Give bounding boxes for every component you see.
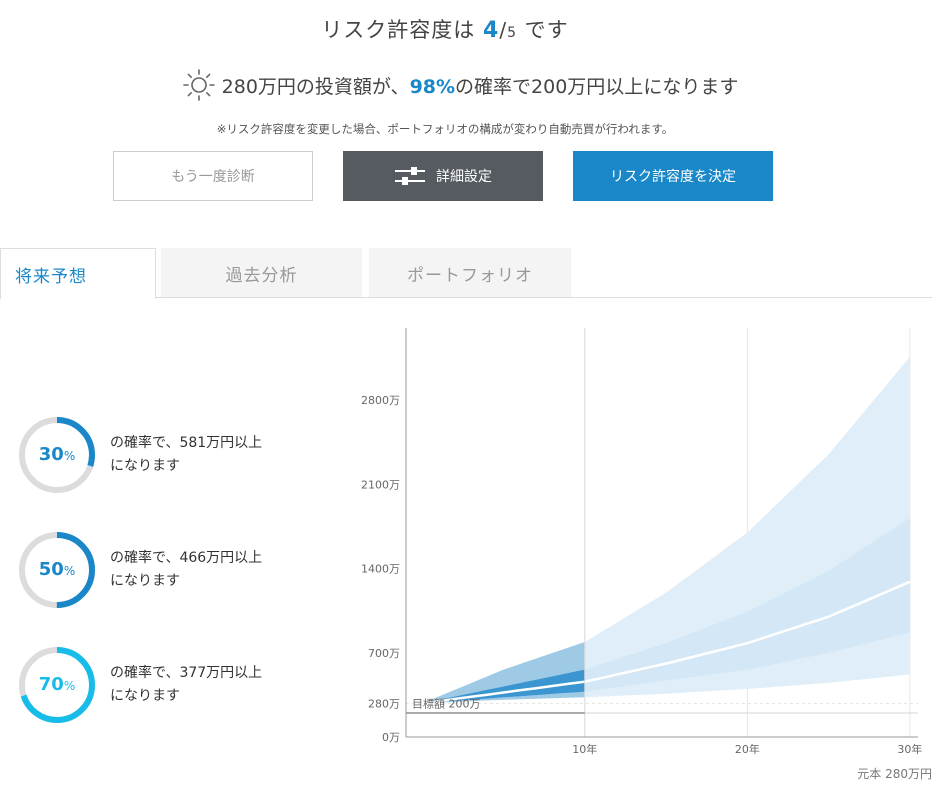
sun-icon — [182, 68, 216, 107]
detail-settings-button[interactable]: 詳細設定 — [343, 151, 543, 201]
decide-risk-label: リスク許容度を決定 — [610, 169, 736, 185]
y-tick-label: 280万 — [368, 697, 400, 710]
tab-future-forecast-label: 将来予想 — [15, 266, 87, 287]
tab-portfolio[interactable]: ポートフォリオ — [369, 248, 571, 298]
y-tick-label: 2800万 — [361, 394, 400, 407]
probability-summary: 280万円の投資額が、98%の確率で200万円以上になります — [0, 68, 920, 107]
principal-label: 元本 280万円 — [857, 767, 932, 781]
tab-future-forecast[interactable]: 将来予想 — [0, 248, 156, 299]
tab-portfolio-label: ポートフォリオ — [407, 265, 533, 286]
forecast-chart: 目標額 200万 0万 280万 700万 1400万 2100万 2800万 10年 20年 3… — [361, 328, 922, 756]
retry-diagnosis-button[interactable]: もう一度診断 — [113, 151, 313, 201]
y-tick-label: 700万 — [368, 647, 400, 660]
probability-50-value: 50% — [38, 559, 76, 580]
probability-70-text: の確率で、377万円以上 になります — [110, 665, 263, 704]
retry-diagnosis-label: もう一度診断 — [171, 169, 255, 185]
risk-level-value: 4 — [483, 18, 500, 43]
risk-tolerance-title: リスク許容度は 4/5 です — [0, 14, 890, 44]
probability-70-value: 70% — [38, 674, 76, 695]
target-label: 目標額 200万 — [412, 696, 481, 710]
summary-prefix: 280万円の投資額が、 — [221, 76, 410, 98]
y-tick-label: 1400万 — [361, 563, 400, 576]
x-tick-label: 20年 — [735, 742, 760, 756]
y-tick-label: 0万 — [382, 731, 400, 744]
y-tick-label: 2100万 — [361, 478, 400, 491]
risk-level-max: 5 — [507, 25, 517, 41]
tab-past-analysis-label: 過去分析 — [225, 265, 298, 286]
rebalance-note: ※リスク許容度を変更した場合、ポートフォリオの構成が変わり自動売買が行われます。 — [216, 122, 674, 136]
sliders-icon — [395, 167, 425, 185]
x-tick-label: 10年 — [572, 742, 597, 756]
probability-30-text: の確率で、581万円以上 になります — [110, 435, 263, 474]
risk-title-suffix: です — [516, 18, 569, 42]
summary-suffix: の確率で200万円以上になります — [455, 76, 739, 98]
x-tick-label: 30年 — [897, 742, 922, 756]
probability-50-text: の確率で、466万円以上 になります — [110, 550, 263, 589]
risk-title-prefix: リスク許容度は — [321, 18, 483, 42]
risk-slash: / — [499, 18, 508, 42]
decide-risk-button[interactable]: リスク許容度を決定 — [573, 151, 773, 201]
detail-settings-label: 詳細設定 — [436, 169, 492, 185]
tab-past-analysis[interactable]: 過去分析 — [161, 248, 362, 298]
summary-percent: 98% — [409, 76, 456, 98]
probability-30-value: 30% — [38, 444, 76, 465]
